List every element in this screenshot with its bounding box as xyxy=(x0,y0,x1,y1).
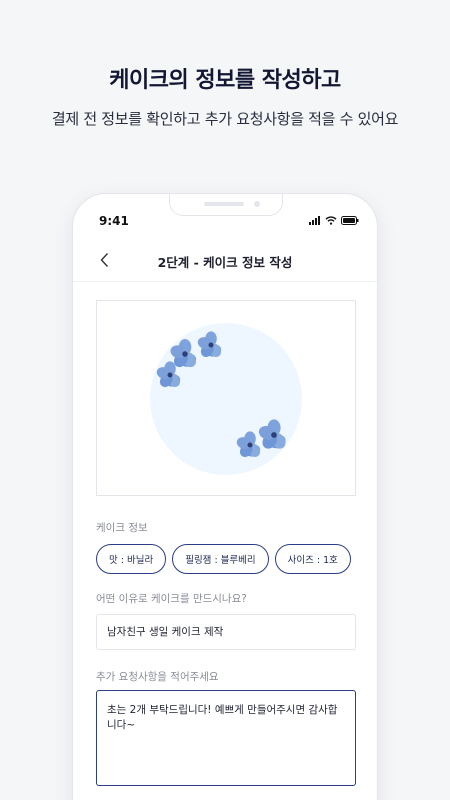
phone-mockup: 9:41 2단계 - 케이크 정보 작성 케이크 정보 맛: 바닐라 필링잼 … xyxy=(72,193,378,800)
status-icons xyxy=(309,216,359,225)
signal-icon xyxy=(309,216,320,225)
camera xyxy=(254,201,260,207)
reason-input[interactable]: 남자친구 생일 케이크 제작 xyxy=(96,614,356,650)
status-time: 9:41 xyxy=(99,214,129,228)
size-chip[interactable]: 사이즈 : 1호 xyxy=(274,544,351,574)
filling-chip[interactable]: 필링잼 : 블루베리 xyxy=(172,544,269,574)
page-title: 2단계 - 케이크 정보 작성 xyxy=(157,255,293,270)
speaker xyxy=(204,202,244,206)
headline: 케이크의 정보를 작성하고 xyxy=(109,68,341,93)
battery-icon xyxy=(341,216,359,225)
flavor-chip[interactable]: 맛 : 바닐라 xyxy=(96,544,167,574)
nav-bar: 2단계 - 케이크 정보 작성 xyxy=(73,238,377,282)
request-label: 추가 요청사항을 적어주세요 xyxy=(96,671,219,683)
subline: 결제 전 정보를 확인하고 추가 요청사항을 적을 수 있어요 xyxy=(51,110,399,128)
wifi-icon xyxy=(325,216,337,225)
reason-label: 어떤 이유로 케이크를 만드시나요? xyxy=(96,593,247,605)
cake-image xyxy=(150,323,302,475)
cake-info-label: 케이크 정보 xyxy=(96,522,148,534)
cake-info-chips: 맛 : 바닐라 필링잼 : 블루베리 사이즈 : 1호 xyxy=(96,544,351,574)
request-textarea[interactable]: 초는 2개 부탁드립니다! 예쁘게 만들어주시면 감사합니다~ xyxy=(96,690,356,786)
cake-preview xyxy=(96,300,356,496)
phone-notch xyxy=(169,194,283,216)
status-bar: 9:41 xyxy=(73,214,377,232)
